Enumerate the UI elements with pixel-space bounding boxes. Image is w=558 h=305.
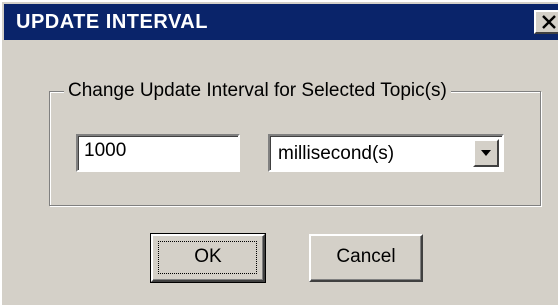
close-icon [542, 15, 556, 29]
chevron-down-icon [481, 150, 491, 156]
close-button[interactable] [534, 10, 558, 34]
ok-button-label: OK [194, 246, 222, 267]
cancel-button-label: Cancel [336, 246, 396, 267]
unit-select[interactable]: millisecond(s) [268, 134, 504, 172]
interval-value-field[interactable]: 1000 [76, 134, 240, 172]
update-interval-dialog: UPDATE INTERVAL Change Update Interval f… [0, 0, 558, 305]
window-title: UPDATE INTERVAL [16, 11, 208, 33]
ok-button[interactable]: OK [150, 233, 266, 283]
cancel-button[interactable]: Cancel [309, 234, 423, 282]
unit-dropdown-button[interactable] [473, 139, 499, 167]
title-bar[interactable]: UPDATE INTERVAL [4, 4, 558, 40]
unit-selected-value: millisecond(s) [278, 143, 395, 164]
group-label: Change Update Interval for Selected Topi… [64, 79, 451, 103]
